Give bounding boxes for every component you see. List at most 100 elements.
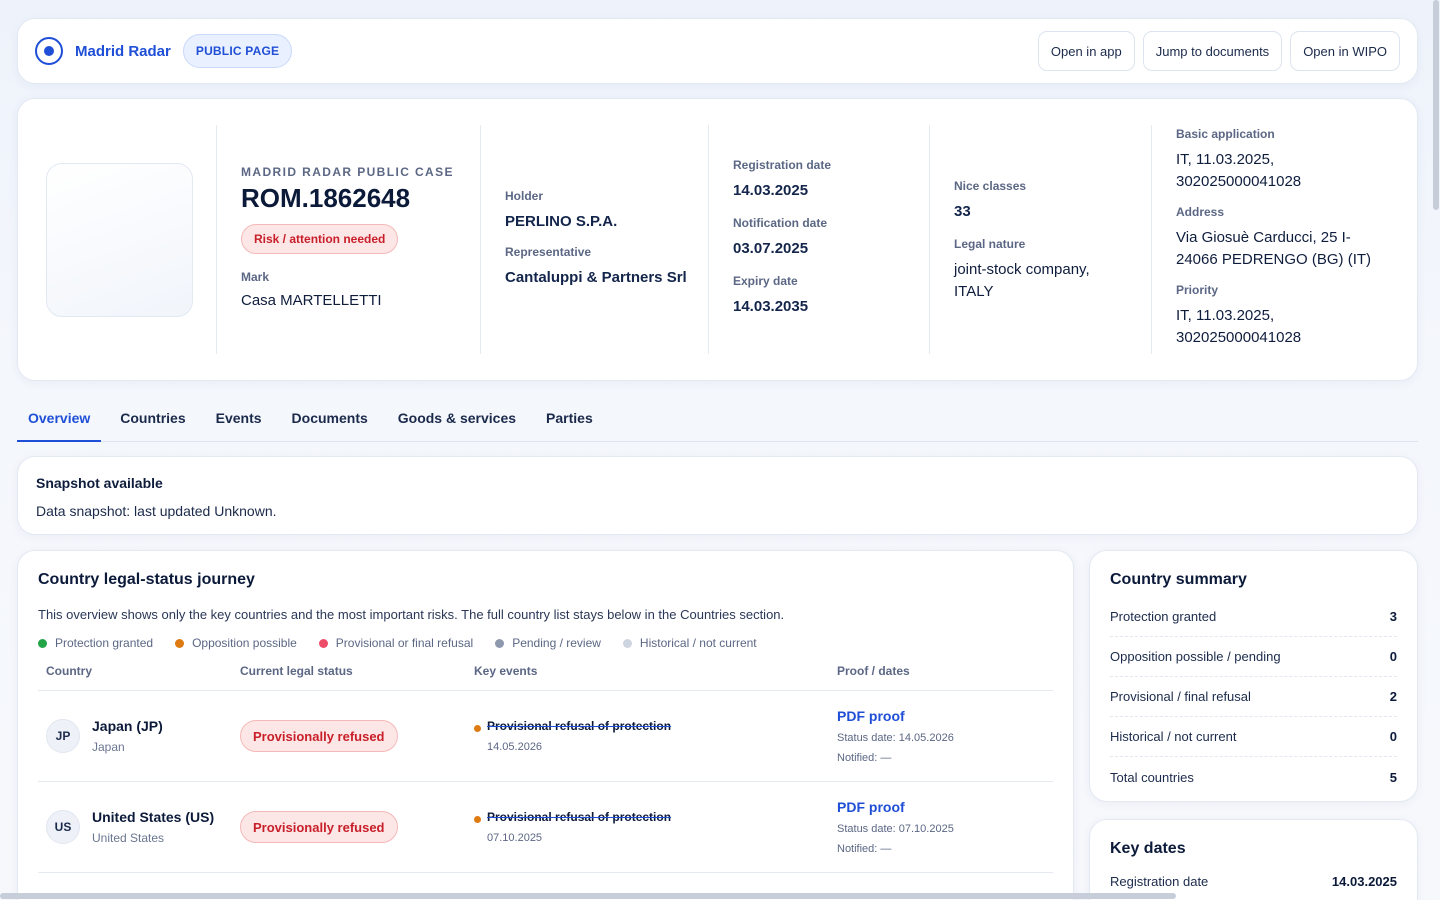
jump-to-documents-button[interactable]: Jump to documents — [1142, 31, 1283, 71]
snapshot-title: Snapshot available — [36, 475, 163, 491]
key-date-row: Registration date 14.03.2025 — [1110, 874, 1397, 889]
risk-badge: Risk / attention needed — [241, 224, 399, 254]
summary-row: Opposition possible / pending 0 — [1110, 637, 1397, 677]
green-dot-icon — [38, 638, 47, 648]
registration-value: 14.03.2025 — [733, 182, 809, 199]
country-journey-panel: Country legal-status journey This overvi… — [17, 550, 1074, 900]
status-badge: Provisionally refused — [240, 811, 398, 843]
key-dates-panel: Key dates Registration date 14.03.2025 — [1089, 819, 1418, 900]
open-in-wipo-button[interactable]: Open in WIPO — [1290, 31, 1400, 71]
expiry-value: 14.03.2035 — [733, 298, 809, 315]
case-identity: MADRID RADAR PUBLIC CASE ROM.1862648 Ris… — [216, 125, 480, 354]
tab-events[interactable]: Events — [205, 398, 273, 442]
address-value: Via Giosuè Carducci, 25 I-24066 PEDRENGO… — [1176, 229, 1372, 268]
legend-item: Pending / review — [495, 636, 601, 650]
open-in-app-button[interactable]: Open in app — [1037, 31, 1135, 71]
top-bar: Madrid Radar PUBLIC PAGE Open in app Jum… — [17, 18, 1418, 84]
tab-parties[interactable]: Parties — [535, 398, 604, 442]
snapshot-text: Data snapshot: last updated Unknown. — [36, 503, 277, 519]
notification-value: 03.07.2025 — [733, 240, 809, 257]
event-dot-icon — [474, 725, 481, 732]
legal-nature-value: joint-stock company, ITALY — [954, 261, 1090, 300]
notified-date: Notified: — — [837, 752, 892, 764]
case-header: MADRID RADAR PUBLIC CASE ROM.1862648 Ris… — [17, 98, 1418, 381]
snapshot-notice: Snapshot available Data snapshot: last u… — [17, 456, 1418, 535]
event-date: 07.10.2025 — [487, 832, 543, 844]
country-name: United States (US) — [92, 809, 215, 825]
brand-name[interactable]: Madrid Radar — [75, 43, 171, 60]
event-name: Provisional refusal of protection — [487, 810, 672, 824]
event-name: Provisional refusal of protection — [487, 719, 672, 733]
col-status: Current legal status — [240, 664, 353, 678]
section-tabs: Overview Countries Events Documents Good… — [17, 398, 1418, 442]
horizontal-scrollbar[interactable] — [0, 892, 1432, 900]
country-subname: Japan — [92, 740, 125, 754]
notified-date: Notified: — — [837, 843, 892, 855]
legend-item: Protection granted — [38, 636, 153, 650]
col-proof: Proof / dates — [837, 664, 910, 678]
tab-countries[interactable]: Countries — [109, 398, 196, 442]
event-date: 14.05.2026 — [487, 741, 543, 753]
country-code-avatar: JP — [46, 719, 80, 753]
key-dates-title: Key dates — [1110, 840, 1186, 857]
representative-label: Representative — [505, 245, 592, 259]
legend-item: Historical / not current — [622, 636, 757, 650]
col-events: Key events — [474, 664, 538, 678]
nice-classes-value: 33 — [954, 203, 971, 220]
basic-application-label: Basic application — [1176, 127, 1275, 141]
legend-item: Opposition possible — [175, 636, 297, 650]
radar-logo-icon — [35, 37, 63, 65]
tab-documents[interactable]: Documents — [281, 398, 379, 442]
classes-column: Nice classes 33 Legal nature joint-stock… — [929, 125, 1151, 354]
application-column: Basic application IT, 11.03.2025, 302025… — [1151, 125, 1401, 354]
holder-value: PERLINO S.P.A. — [505, 213, 618, 230]
summary-row: Total countries 5 — [1110, 769, 1397, 785]
journey-description: This overview shows only the key countri… — [38, 607, 785, 622]
pdf-proof-link[interactable]: PDF proof — [837, 708, 1037, 724]
basic-application-value: IT, 11.03.2025, 302025000041028 — [1176, 151, 1302, 190]
gray-dot-icon — [495, 638, 505, 648]
top-actions: Open in app Jump to documents Open in WI… — [1037, 31, 1400, 71]
summary-row: Provisional / final refusal 2 — [1110, 677, 1397, 717]
summary-row: Historical / not current 0 — [1110, 717, 1397, 757]
case-eyebrow: MADRID RADAR PUBLIC CASE — [241, 165, 454, 179]
representative-value: Cantaluppi & Partners Srl — [505, 269, 687, 286]
status-date: Status date: 07.10.2025 — [837, 823, 954, 835]
priority-label: Priority — [1176, 283, 1219, 297]
nice-classes-label: Nice classes — [954, 179, 1027, 193]
vertical-scroll-thumb[interactable] — [1433, 0, 1439, 210]
table-row[interactable]: US United States (US) United States Prov… — [38, 782, 1053, 873]
vertical-scrollbar[interactable] — [1432, 0, 1440, 900]
holder-label: Holder — [505, 189, 544, 203]
pdf-proof-link[interactable]: PDF proof — [837, 799, 1037, 815]
tab-overview[interactable]: Overview — [17, 398, 102, 442]
mark-image-placeholder — [46, 163, 193, 317]
table-row[interactable]: JP Japan (JP) Japan Provisionally refuse… — [38, 691, 1053, 782]
summary-row: Protection granted 3 — [1110, 597, 1397, 637]
legend-item: Provisional or final refusal — [318, 636, 473, 650]
mark-value: Casa MARTELLETTI — [241, 292, 382, 309]
legal-nature-label: Legal nature — [954, 237, 1026, 251]
registration-label: Registration date — [733, 158, 832, 172]
case-id: ROM.1862648 — [241, 183, 411, 213]
journey-table-header: Country Current legal status Key events … — [38, 664, 1053, 691]
country-name: Japan (JP) — [92, 718, 163, 734]
journey-title: Country legal-status journey — [38, 571, 255, 588]
summary-title: Country summary — [1110, 571, 1247, 588]
orange-dot-icon — [175, 638, 185, 648]
red-dot-icon — [318, 638, 328, 648]
priority-value: IT, 11.03.2025, 302025000041028 — [1176, 307, 1302, 346]
dates-column: Registration date 14.03.2025 Notificatio… — [708, 125, 929, 354]
status-date: Status date: 14.05.2026 — [837, 732, 954, 744]
horizontal-scroll-thumb[interactable] — [0, 893, 1176, 899]
notification-label: Notification date — [733, 216, 828, 230]
expiry-label: Expiry date — [733, 274, 798, 288]
light-gray-dot-icon — [622, 638, 632, 648]
address-label: Address — [1176, 205, 1225, 219]
holder-column: Holder PERLINO S.P.A. Representative Can… — [480, 125, 708, 354]
mark-label: Mark — [241, 270, 270, 284]
tab-goods-services[interactable]: Goods & services — [387, 398, 527, 442]
country-summary-panel: Country summary Protection granted 3 Oppo… — [1089, 550, 1418, 802]
status-legend: Protection granted Opposition possible P… — [38, 636, 1053, 650]
status-badge: Provisionally refused — [240, 720, 398, 752]
